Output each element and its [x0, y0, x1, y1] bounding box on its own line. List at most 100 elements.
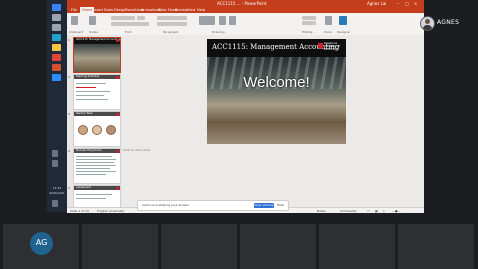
- slide-thumbnail[interactable]: ACC1115: Management Accounting: [73, 37, 121, 73]
- text-line: [76, 95, 104, 96]
- powerpoint-icon[interactable]: [52, 64, 61, 71]
- windows-taskbar: 14:19 9/09/2021: [47, 0, 67, 212]
- slide-thumbnail[interactable]: Assessment: [73, 185, 121, 209]
- ribbon-group-clipboard: Clipboard: [69, 30, 84, 34]
- volume-icon[interactable]: [52, 160, 58, 167]
- network-icon[interactable]: [52, 150, 58, 157]
- ribbon-group-editing: Editing: [302, 30, 313, 34]
- arrange-icon[interactable]: [219, 16, 226, 25]
- ribbon-group-drawing: Drawing: [212, 30, 225, 34]
- windows-start-icon[interactable]: [52, 4, 61, 11]
- taskbar-clock-time[interactable]: 14:19: [48, 186, 66, 190]
- thumbnail-header: Teacher Team: [74, 112, 120, 116]
- taskbar-clock-date[interactable]: 9/09/2021: [48, 191, 66, 195]
- slide-sorter-icon[interactable]: ▦: [375, 209, 378, 213]
- participant-tile[interactable]: [319, 224, 395, 269]
- participant-tile[interactable]: [398, 224, 474, 269]
- reading-view-icon[interactable]: ▯: [383, 209, 385, 213]
- minimize-icon[interactable]: –: [397, 1, 399, 6]
- hide-button[interactable]: Hide: [277, 203, 284, 207]
- font-format-buttons[interactable]: [111, 22, 149, 26]
- current-slide[interactable]: ACC1115: Management Accounting Swinburne…: [207, 39, 346, 144]
- quick-styles-icon[interactable]: [229, 16, 236, 25]
- screen-share-toast: zoom.us is sharing your screen. Stop sha…: [137, 200, 289, 211]
- replace-button[interactable]: [302, 21, 316, 25]
- language-indicator[interactable]: English (Australia): [97, 209, 124, 213]
- close-icon[interactable]: ×: [414, 1, 417, 6]
- paste-icon[interactable]: [71, 16, 78, 25]
- ribbon-group-voice: Voice: [324, 30, 332, 34]
- thumbnail-header: Teaching Schedule: [74, 75, 120, 79]
- presenter-name: AGNES: [437, 19, 460, 26]
- text-line: [76, 194, 112, 195]
- file-explorer-icon[interactable]: [52, 44, 61, 51]
- participant-tile[interactable]: [240, 224, 316, 269]
- shapes-icon[interactable]: [199, 16, 215, 25]
- text-line: [76, 162, 114, 163]
- text-line: [76, 165, 116, 166]
- thumbnail-header: Modules Programme: [74, 149, 120, 153]
- tab-review[interactable]: Review: [175, 8, 188, 12]
- thumbnail-number: 5: [68, 186, 70, 190]
- participant-avatar: AG: [30, 232, 53, 255]
- logo-icon: [116, 149, 119, 153]
- designer-icon[interactable]: [339, 16, 347, 25]
- task-view-icon[interactable]: [52, 24, 61, 31]
- comments-button[interactable]: Comments: [340, 209, 356, 213]
- slide-thumbnail[interactable]: Modules Programme: [73, 148, 121, 184]
- user-name[interactable]: Agnes Lai: [367, 1, 386, 6]
- participant-tile[interactable]: [82, 224, 158, 269]
- zoom-slider[interactable]: —●—: [392, 209, 401, 213]
- ribbon-group-designer: Designer: [337, 30, 351, 34]
- logo-line: Technology: [324, 48, 339, 51]
- participant-initials: AG: [35, 238, 48, 247]
- normal-view-icon[interactable]: ▭: [367, 209, 370, 213]
- title-bar: ACC1115 ... - PowerPoint Agnes Lai – □ ×: [67, 0, 424, 7]
- notification-icon[interactable]: [52, 200, 58, 207]
- logo-icon: [116, 186, 119, 190]
- university-logo-icon: [318, 43, 323, 49]
- paragraph-buttons[interactable]: [157, 16, 187, 20]
- text-line: [76, 198, 106, 199]
- thumbnail-title: Modules Programme: [76, 149, 102, 152]
- slide-editing-area: ACC1115: Management Accounting Swinburne…: [122, 35, 424, 207]
- tab-insert[interactable]: Insert: [93, 8, 103, 12]
- tab-help[interactable]: Help: [197, 8, 205, 12]
- tab-view[interactable]: View: [187, 8, 195, 12]
- welcome-text[interactable]: Welcome!: [207, 74, 346, 91]
- slide-thumbnail[interactable]: Teacher Team: [73, 111, 121, 147]
- alignment-buttons[interactable]: [157, 22, 187, 26]
- teacher-photo: [92, 125, 102, 135]
- notes-placeholder[interactable]: Click to add notes: [123, 148, 150, 152]
- zoom-icon[interactable]: [52, 74, 61, 81]
- tab-draw[interactable]: Draw: [104, 8, 113, 12]
- chrome-icon[interactable]: [52, 54, 61, 61]
- new-slide-icon[interactable]: [89, 16, 96, 25]
- edge-icon[interactable]: [52, 34, 61, 41]
- font-family-select[interactable]: [111, 16, 135, 20]
- text-line: [76, 83, 106, 84]
- participant-tile[interactable]: [161, 224, 237, 269]
- find-button[interactable]: [302, 16, 316, 20]
- search-icon[interactable]: [52, 14, 61, 21]
- text-line: [76, 87, 96, 88]
- maximize-icon[interactable]: □: [405, 1, 409, 6]
- thumbnail-number: 3: [68, 112, 70, 116]
- slide-thumbnail[interactable]: Teaching Schedule: [73, 74, 121, 110]
- thumbnail-number: 2: [68, 75, 70, 79]
- dictate-icon[interactable]: [325, 16, 332, 25]
- thumbnail-title: Teaching Schedule: [76, 75, 100, 78]
- thumbnail-number: 1: [68, 38, 70, 42]
- notes-button[interactable]: Notes: [317, 209, 326, 213]
- tab-file[interactable]: File: [71, 8, 77, 12]
- text-line: [76, 171, 116, 172]
- text-line: [76, 174, 106, 175]
- text-line: [76, 159, 116, 160]
- stop-sharing-button[interactable]: Stop sharing: [254, 202, 274, 208]
- font-size-select[interactable]: [137, 16, 145, 20]
- teacher-photo: [106, 125, 116, 135]
- logo-icon: [116, 38, 119, 42]
- share-message: zoom.us is sharing your screen.: [142, 203, 190, 207]
- ribbon-group-slides: Slides: [89, 30, 98, 34]
- thumbnail-image: [74, 44, 120, 72]
